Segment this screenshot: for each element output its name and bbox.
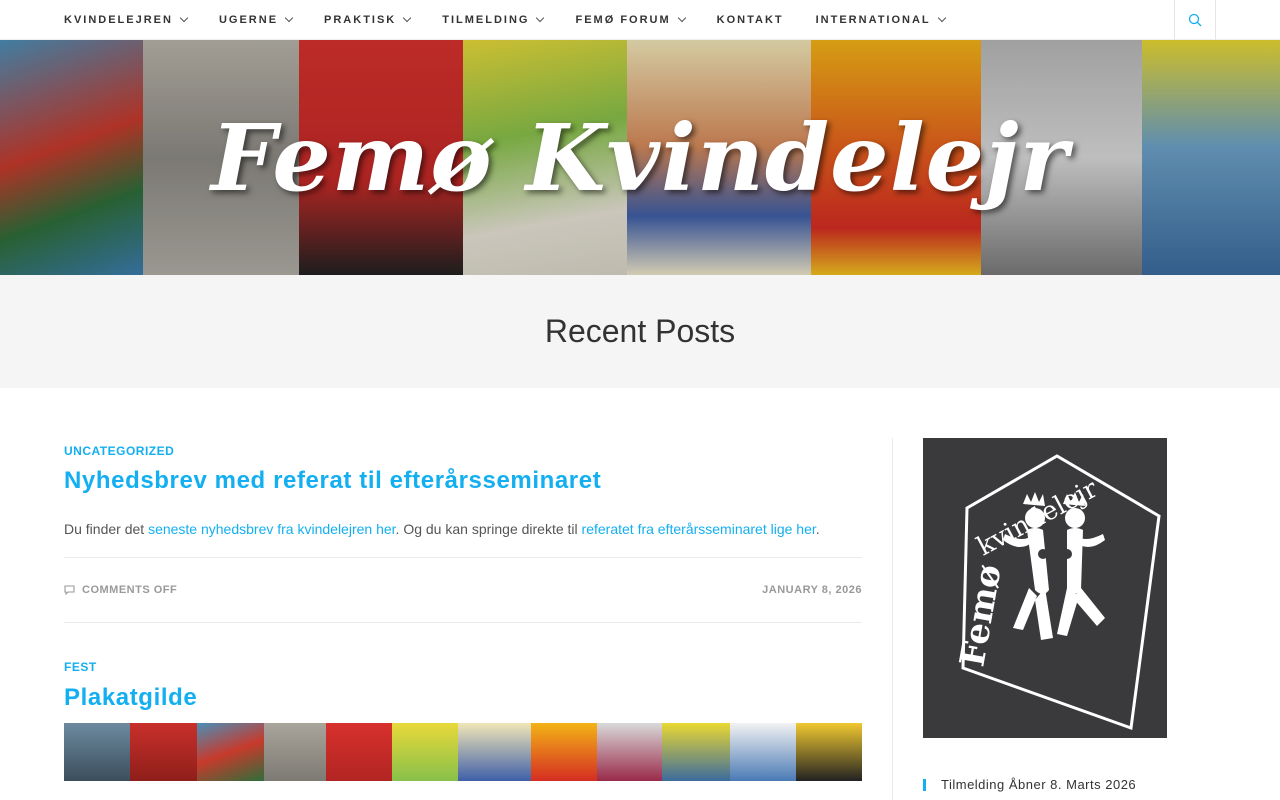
page-header: Recent Posts (0, 275, 1280, 388)
post-title-link[interactable]: Nyhedsbrev med referat til efterårssemin… (64, 467, 862, 495)
post-comments: COMMENTS OFF (64, 584, 177, 596)
post-title-link[interactable]: Plakatgilde (64, 684, 862, 712)
thumbnail-poster (263, 723, 326, 781)
post-comments-label: COMMENTS OFF (82, 584, 178, 596)
svg-text:Femø: Femø (952, 562, 1009, 670)
sidebar-divider (892, 438, 893, 800)
thumbnail-poster (796, 723, 862, 781)
post-excerpt: Du finder det seneste nyhedsbrev fra kvi… (64, 521, 862, 537)
nav-item-femo-forum[interactable]: FEMØ FORUM (575, 13, 686, 26)
link-accent-bar (923, 778, 926, 791)
nav-item-label: KONTAKT (716, 14, 784, 26)
comment-icon (64, 585, 75, 595)
sidebar-link-label: Tilmelding Åbner 8. Marts 2026 (941, 777, 1137, 792)
nav-menu: KVINDELEJREN UGERNE PRAKTISK TILMELDING … (64, 0, 977, 40)
chevron-down-icon (536, 13, 545, 23)
thumbnail-poster (391, 723, 458, 781)
search-icon (1188, 13, 1202, 27)
chevron-down-icon (677, 13, 686, 23)
nav-item-label: UGERNE (218, 14, 279, 26)
thumbnail-poster (597, 723, 663, 781)
post-category-link[interactable]: UNCATEGORIZED (64, 444, 862, 458)
seminar-report-link[interactable]: referatet fra efterårsseminaret lige her (582, 521, 816, 537)
thumbnail-poster (531, 723, 598, 781)
nav-item-label: TILMELDING (442, 14, 530, 26)
post-date: JANUARY 8, 2026 (762, 584, 862, 596)
nav-item-label: FEMØ FORUM (575, 14, 671, 26)
nav-item-label: KVINDELEJREN (64, 14, 173, 26)
nav-item-label: PRAKTISK (324, 14, 397, 26)
nav-item-praktisk[interactable]: PRAKTISK (324, 13, 412, 26)
thumbnail-poster (129, 723, 197, 781)
chevron-down-icon (179, 13, 189, 23)
top-navigation: KVINDELEJREN UGERNE PRAKTISK TILMELDING … (0, 0, 1280, 40)
thumbnail-poster (196, 723, 264, 781)
newsletter-link[interactable]: seneste nyhedsbrev fra kvindelejren her (148, 521, 395, 537)
thumbnail-poster (325, 723, 392, 781)
excerpt-text: . (815, 521, 820, 537)
post-list: UNCATEGORIZED Nyhedsbrev med referat til… (64, 388, 862, 781)
sidebar: kvindelejr Femø (923, 438, 1167, 738)
sidebar-link-registration[interactable]: Tilmelding Åbner 8. Marts 2026 (923, 777, 1136, 792)
search-button[interactable] (1174, 0, 1216, 40)
thumbnail-poster (730, 723, 797, 781)
nav-item-kontakt[interactable]: KONTAKT (717, 14, 784, 26)
thumbnail-poster (457, 723, 532, 781)
post-category-link[interactable]: FEST (64, 660, 862, 674)
nav-item-ugerne[interactable]: UGERNE (218, 13, 294, 26)
nav-item-label: INTERNATIONAL (815, 14, 931, 26)
thumbnail-poster (64, 723, 130, 781)
post-entry: UNCATEGORIZED Nyhedsbrev med referat til… (64, 444, 862, 623)
thumbnail-poster (662, 723, 731, 781)
excerpt-text: . Og du kan springe direkte til (395, 521, 582, 537)
chevron-down-icon (937, 13, 946, 23)
femo-kvindelejr-logo[interactable]: kvindelejr Femø (923, 438, 1167, 738)
nav-item-tilmelding[interactable]: TILMELDING (442, 13, 545, 26)
nav-item-international[interactable]: INTERNATIONAL (815, 13, 946, 26)
page-title: Recent Posts (544, 313, 736, 349)
nav-item-kvindelejren[interactable]: KVINDELEJREN (64, 13, 189, 26)
post-entry: FEST Plakatgilde (64, 660, 862, 781)
logo-graphic: kvindelejr Femø (952, 454, 1161, 731)
excerpt-text: Du finder det (64, 521, 149, 537)
chevron-down-icon (403, 13, 412, 23)
chevron-down-icon (284, 13, 294, 23)
site-title[interactable]: Femø Kvindelejr (0, 40, 1280, 275)
post-thumbnail[interactable] (64, 723, 862, 781)
post-meta: COMMENTS OFF JANUARY 8, 2026 (64, 557, 862, 623)
